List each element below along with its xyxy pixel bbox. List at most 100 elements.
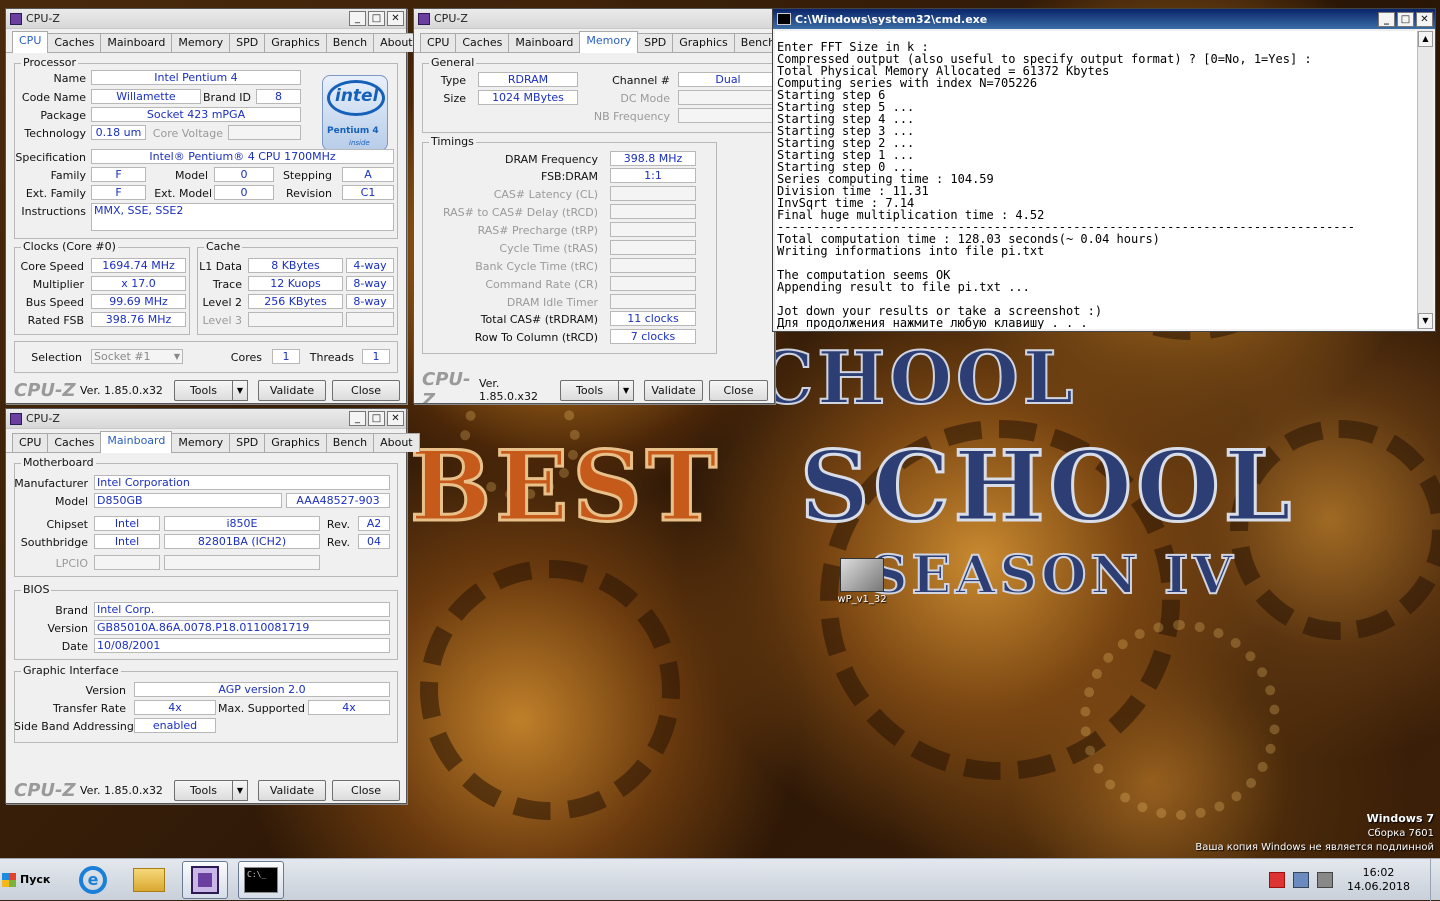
close-button[interactable]: Close [332, 379, 400, 401]
vertical-scrollbar[interactable]: ▲ ▼ [1417, 31, 1433, 329]
tab-cpu[interactable]: CPU [12, 433, 49, 452]
chipset-label: Chipset [46, 518, 88, 531]
console-output[interactable]: Enter FFT Size in k : Compressed output (… [775, 31, 1417, 329]
maximize-button[interactable]: □ [1397, 11, 1414, 27]
ratedfsb-value: 398.76 MHz [91, 312, 186, 327]
minimize-button[interactable]: _ [349, 411, 366, 426]
cpuz-app-icon [10, 412, 22, 425]
tools-dropdown[interactable]: Tools ▼ [174, 779, 248, 801]
titlebar[interactable]: CPU-Z _ □ ✕ [6, 409, 406, 429]
max-supported-value: 4x [308, 700, 390, 715]
maximize-button[interactable]: □ [368, 11, 385, 26]
taskbar-cmd[interactable]: C:\_ [238, 860, 284, 899]
tab-mainboard[interactable]: Mainboard [100, 33, 173, 52]
volume-muted-icon[interactable] [1317, 872, 1334, 888]
window-title: CPU-Z [26, 12, 60, 25]
clock[interactable]: 16:02 14.06.2018 [1347, 866, 1410, 894]
tab-bench[interactable]: Bench [325, 33, 375, 52]
start-button[interactable]: Пуск [2, 862, 54, 898]
size-label: Size [443, 92, 466, 105]
trace-ways: 8-way [346, 276, 394, 291]
tools-button[interactable]: Tools [560, 379, 619, 401]
logo-product: Pentium 4 [327, 126, 379, 136]
maximize-button[interactable]: □ [368, 411, 385, 426]
tools-button[interactable]: Tools [174, 779, 232, 801]
tab-caches[interactable]: Caches [47, 433, 102, 452]
scroll-up-icon[interactable]: ▲ [1418, 31, 1433, 47]
tab-bench[interactable]: Bench [733, 33, 774, 52]
fsbdram-label: FSB:DRAM [540, 170, 598, 183]
tab-caches[interactable]: Caches [455, 33, 510, 52]
tab-spd[interactable]: SPD [229, 433, 266, 452]
tab-about[interactable]: About [373, 433, 420, 452]
tab-bench[interactable]: Bench [325, 433, 375, 452]
network-icon[interactable] [1293, 872, 1310, 888]
close-window-button[interactable]: ✕ [1416, 11, 1433, 27]
logo-brand: intel [335, 86, 379, 106]
taskbar-explorer[interactable] [126, 861, 172, 899]
tab-cpu[interactable]: CPU [420, 33, 457, 52]
chevron-down-icon[interactable]: ▼ [618, 379, 635, 401]
technology-label: Technology [24, 127, 86, 140]
socket-select[interactable]: Socket #1 ▼ [91, 349, 183, 364]
extmodel-label: Ext. Model [154, 187, 212, 200]
extfamily-label: Ext. Family [25, 187, 86, 200]
tools-dropdown[interactable]: Tools ▼ [174, 379, 248, 401]
titlebar[interactable]: CPU-Z _ □ ✕ [6, 9, 406, 29]
titlebar[interactable]: CPU-Z [414, 9, 774, 29]
family-value: F [91, 167, 146, 182]
dcmode-label: DC Mode [620, 92, 670, 105]
tab-mainboard[interactable]: Mainboard [100, 431, 173, 453]
close-window-button[interactable]: ✕ [387, 411, 404, 426]
tab-caches[interactable]: Caches [47, 33, 102, 52]
tools-button[interactable]: Tools [174, 379, 232, 401]
ratedfsb-label: Rated FSB [27, 314, 84, 327]
close-window-button[interactable]: ✕ [387, 11, 404, 26]
validate-button[interactable]: Validate [258, 779, 326, 801]
bios-version-label: Version [47, 622, 88, 635]
validate-button[interactable]: Validate [644, 379, 704, 401]
lpcio-model-value [164, 555, 320, 570]
level3-label: Level 3 [202, 314, 242, 327]
tab-graphics[interactable]: Graphics [672, 33, 735, 52]
tab-memory[interactable]: Memory [579, 31, 639, 53]
chevron-down-icon[interactable]: ▼ [232, 779, 248, 801]
desktop-icon-wprime[interactable]: wP_v1_32 [836, 558, 888, 605]
corevoltage-label: Core Voltage [152, 127, 223, 140]
internet-explorer-icon: e [79, 865, 107, 894]
footer: CPU-Z Ver. 1.85.0.x32 Tools ▼ Validate C… [6, 777, 406, 803]
show-desktop-button[interactable] [1430, 859, 1440, 901]
taskbar-internet-explorer[interactable]: e [70, 861, 116, 899]
tools-dropdown[interactable]: Tools ▼ [560, 379, 635, 401]
version-label: Ver. 1.85.0.x32 [478, 377, 538, 403]
chevron-down-icon[interactable]: ▼ [232, 379, 248, 401]
close-button[interactable]: Close [709, 379, 768, 401]
totalcas-label: Total CAS# (tRDRAM) [480, 313, 598, 326]
tab-cpu[interactable]: CPU [12, 31, 49, 53]
cpuz-app-icon [418, 12, 430, 25]
action-center-icon[interactable] [1269, 872, 1286, 888]
southbridge-rev-value: 04 [358, 534, 390, 549]
minimize-button[interactable]: _ [1378, 11, 1395, 27]
nbfreq-value [678, 108, 774, 123]
transfer-rate-value: 4x [134, 700, 216, 715]
close-button[interactable]: Close [332, 779, 400, 801]
group-label: General [429, 56, 477, 69]
tab-memory[interactable]: Memory [171, 33, 231, 52]
tab-memory[interactable]: Memory [171, 433, 231, 452]
scroll-down-icon[interactable]: ▼ [1418, 313, 1433, 329]
titlebar[interactable]: C:\Windows\system32\cmd.exe _ □ ✕ [773, 9, 1435, 29]
tab-mainboard[interactable]: Mainboard [508, 33, 581, 52]
tab-graphics[interactable]: Graphics [264, 433, 327, 452]
revision-value: C1 [342, 185, 394, 200]
tab-graphics[interactable]: Graphics [264, 33, 327, 52]
taskbar-cpuz[interactable] [182, 860, 228, 899]
chipset-rev-value: A2 [358, 516, 390, 531]
folder-icon [133, 867, 165, 892]
tab-spd[interactable]: SPD [637, 33, 674, 52]
lpcio-label: LPCIO [55, 557, 88, 570]
validate-button[interactable]: Validate [258, 379, 326, 401]
selection-label: Selection [31, 351, 82, 364]
tab-spd[interactable]: SPD [229, 33, 266, 52]
minimize-button[interactable]: _ [349, 11, 366, 26]
